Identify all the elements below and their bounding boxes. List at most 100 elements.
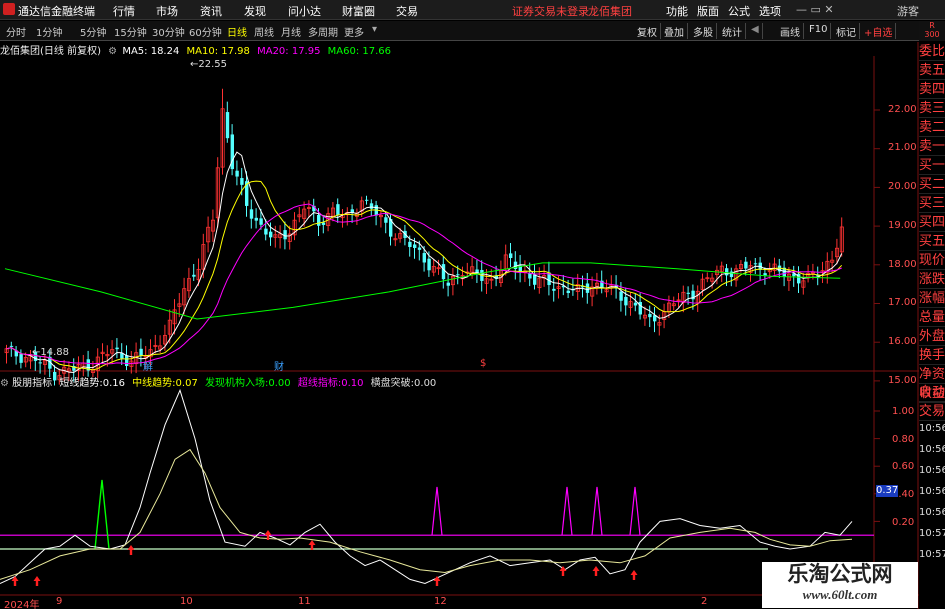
indicator-gear-icon[interactable]: ⚙ [0,378,9,389]
tab-multi-period[interactable]: 多周期 [308,24,338,39]
menu-bar: 通达信金融终端 行情 市场 资讯 发现 问小达 财富圈 交易 证券交易未登录 龙… [0,0,945,20]
f10-button[interactable]: F10 [806,23,832,39]
indicator-name[interactable]: 股朋指标 [12,378,52,389]
candle-down [533,274,537,285]
candle-down [528,273,532,279]
candle-down [725,268,729,276]
buy-arrow-icon [592,566,600,576]
candle-down [321,222,326,225]
mid-trend-label: 中线趋势: [132,378,176,389]
quote-field-label: 卖一 [919,139,945,156]
candle-down [249,209,254,219]
candle-down [115,347,119,350]
candle-down [283,230,287,240]
stock-title: 龙佰集团(日线 前复权) [0,46,101,57]
ultra-spike [591,486,603,536]
tab-monthly[interactable]: 月线 [281,24,301,39]
multi-stock-button[interactable]: 多股 [690,23,717,39]
quote-field-label: 换手 [919,348,945,365]
institution-value: 0.00 [268,378,291,389]
date-label: 10 [180,596,193,607]
app-logo [3,3,15,15]
menu-formula[interactable]: 公式 [728,3,750,19]
tab-daily[interactable]: 日线 [227,24,247,39]
candle-down [264,228,268,235]
tick-time: 10:56 [919,486,945,497]
tick-time: 10:56 [919,444,945,455]
tab-60min[interactable]: 60分钟 [189,24,222,39]
nav-left-icon[interactable]: ◀ [748,23,763,39]
trade-login-notice[interactable]: 证券交易未登录 [512,3,589,19]
menu-ask-xiaoda[interactable]: 问小达 [288,3,321,19]
candle-down [566,290,570,293]
tick-time: 10:57 [919,549,945,560]
quote-field-label: 涨幅 [919,291,945,308]
candle-down [552,288,556,291]
candle-down [235,170,239,177]
ma20-label: MA20: 17.95 [257,46,321,57]
tab-weekly[interactable]: 周线 [254,24,274,39]
date-label: 11 [298,596,311,607]
tab-15min[interactable]: 15分钟 [114,24,147,39]
kline-chart-area[interactable] [0,42,919,609]
candle-down [139,348,143,356]
tab-5min[interactable]: 5分钟 [80,24,106,39]
tick-time: 10:57 [919,528,945,539]
draw-line-button[interactable]: 画线 [777,23,804,39]
date-label: 2 [701,596,708,607]
tab-30min[interactable]: 30分钟 [152,24,185,39]
event-unlock-mark[interactable]: 解 [143,358,153,373]
candle-down [192,274,196,277]
tab-more[interactable]: 更多 [344,24,364,39]
menu-functions[interactable]: 功能 [666,3,688,19]
candle-down [763,273,767,276]
menu-news[interactable]: 资讯 [200,3,222,19]
quote-field-label: 净资 [919,367,945,384]
settings-gear-icon[interactable]: ⚙ [108,46,117,57]
short-trend-label: 短线趋势: [59,378,103,389]
period-toolbar: 分时 1分钟 5分钟 15分钟 30分钟 60分钟 日线 周线 月线 多周期 更… [0,21,945,41]
event-finance-mark[interactable]: 财 [274,358,284,373]
mark-button[interactable]: 标记 [833,23,860,39]
quote-field-label: 买一 [919,158,945,175]
tab-intraday[interactable]: 分时 [6,24,26,39]
stats-button[interactable]: 统计 [719,23,746,39]
institution-label: 发现机构入场: [205,378,269,389]
tick-time: 10:56 [919,423,945,434]
mid-trend-line [0,448,853,580]
auto-label[interactable]: 自动 [919,383,945,402]
user-label[interactable]: 游客 [897,3,919,19]
candle-down [417,247,422,250]
overlay-button[interactable]: 叠加 [661,23,688,39]
candle-down [259,218,263,225]
menu-trade[interactable]: 交易 [396,3,418,19]
candle-down [9,345,14,347]
menu-market[interactable]: 市场 [156,3,178,19]
candle-down [317,215,321,226]
menu-discover[interactable]: 发现 [244,3,266,19]
buy-arrow-icon [630,570,638,580]
quote-field-label: 卖四 [919,82,945,99]
candle-down [753,263,758,265]
date-label: 12 [434,596,447,607]
candle-down [408,241,412,248]
window-controls[interactable]: — ▭ ✕ [796,3,834,16]
indicator-current-value: 0.37 [876,485,899,497]
quote-field-label: 现价 [919,253,945,270]
main-chart-info: 龙佰集团(日线 前复权) ⚙ MA5: 18.24 MA10: 17.98 MA… [0,42,391,57]
tab-1min[interactable]: 1分钟 [36,24,62,39]
trade-label[interactable]: 交易 [919,402,945,421]
menu-wealth-circle[interactable]: 财富圈 [342,3,375,19]
add-watchlist-button[interactable]: +自选 [861,23,897,39]
candle-down [336,204,340,215]
chevron-down-icon[interactable]: ▾ [372,24,377,35]
event-dividend-mark[interactable]: $ [480,358,486,369]
menu-quotes[interactable]: 行情 [113,3,135,19]
candle-down [441,264,446,280]
adjust-button[interactable]: 复权 [634,23,661,39]
candle-down [240,178,244,185]
menu-layout[interactable]: 版面 [697,3,719,19]
institution-spike [94,479,110,550]
date-axis: 2024年 9 10 11 12 2 [0,596,874,609]
menu-options[interactable]: 选项 [759,3,781,19]
